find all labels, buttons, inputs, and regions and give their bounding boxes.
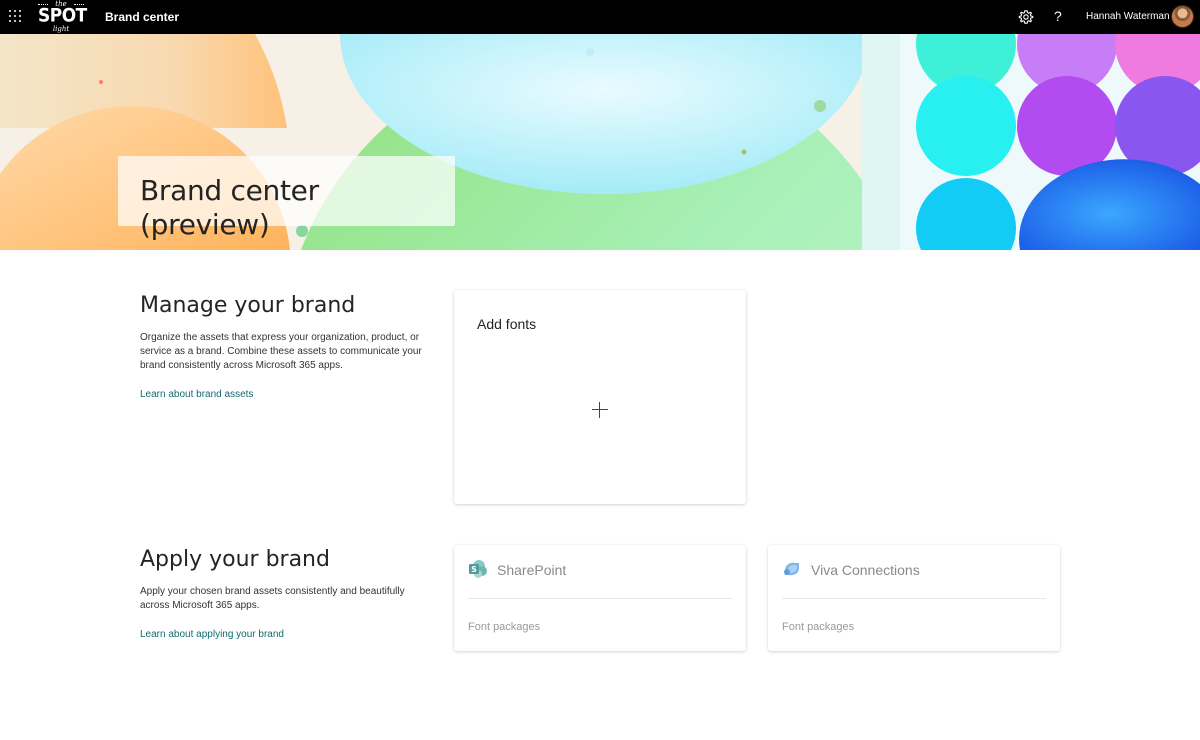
card-divider [782, 598, 1046, 599]
settings-gear-icon[interactable] [1018, 9, 1034, 25]
add-fonts-card[interactable]: Add fonts [454, 290, 746, 504]
plus-icon[interactable] [592, 402, 608, 418]
banner-title-box: Brand center (preview) [118, 156, 455, 241]
manage-brand-heading: Manage your brand [140, 293, 356, 318]
viva-connections-font-packages[interactable]: Font packages [782, 621, 854, 634]
logo-main-text: SPOT [38, 5, 87, 27]
apply-brand-description: Apply your chosen brand assets consisten… [140, 586, 405, 611]
app-launcher-icon[interactable] [9, 10, 23, 24]
app-title[interactable]: Brand center [105, 10, 179, 24]
user-name[interactable]: Hannah Waterman [1086, 11, 1170, 23]
logo-bottom-text: light [52, 25, 70, 33]
viva-connections-name: Viva Connections [811, 562, 920, 578]
sharepoint-font-packages[interactable]: Font packages [468, 621, 540, 634]
learn-applying-brand-link[interactable]: Learn about applying your brand [140, 629, 284, 641]
manage-brand-description: Organize the assets that express your or… [140, 332, 422, 371]
sharepoint-icon: S [469, 560, 487, 578]
organization-logo[interactable]: the SPOT light [38, 1, 87, 33]
apply-brand-heading: Apply your brand [140, 547, 330, 572]
learn-brand-assets-link[interactable]: Learn about brand assets [140, 389, 253, 401]
viva-connections-icon [784, 562, 799, 576]
add-fonts-title: Add fonts [477, 316, 537, 332]
hero-banner: Brand center (preview) [0, 34, 1200, 250]
sharepoint-name: SharePoint [497, 562, 567, 578]
user-avatar[interactable] [1171, 5, 1194, 28]
suite-header: the SPOT light Brand center ? Hannah Wat… [0, 0, 1200, 34]
card-divider [468, 598, 732, 599]
page-title: Brand center (preview) [140, 174, 319, 241]
viva-connections-card[interactable]: Viva Connections Font packages [768, 545, 1060, 651]
svg-text:S: S [471, 565, 477, 574]
help-icon[interactable]: ? [1054, 8, 1062, 24]
sharepoint-card[interactable]: S SharePoint Font packages [454, 545, 746, 651]
